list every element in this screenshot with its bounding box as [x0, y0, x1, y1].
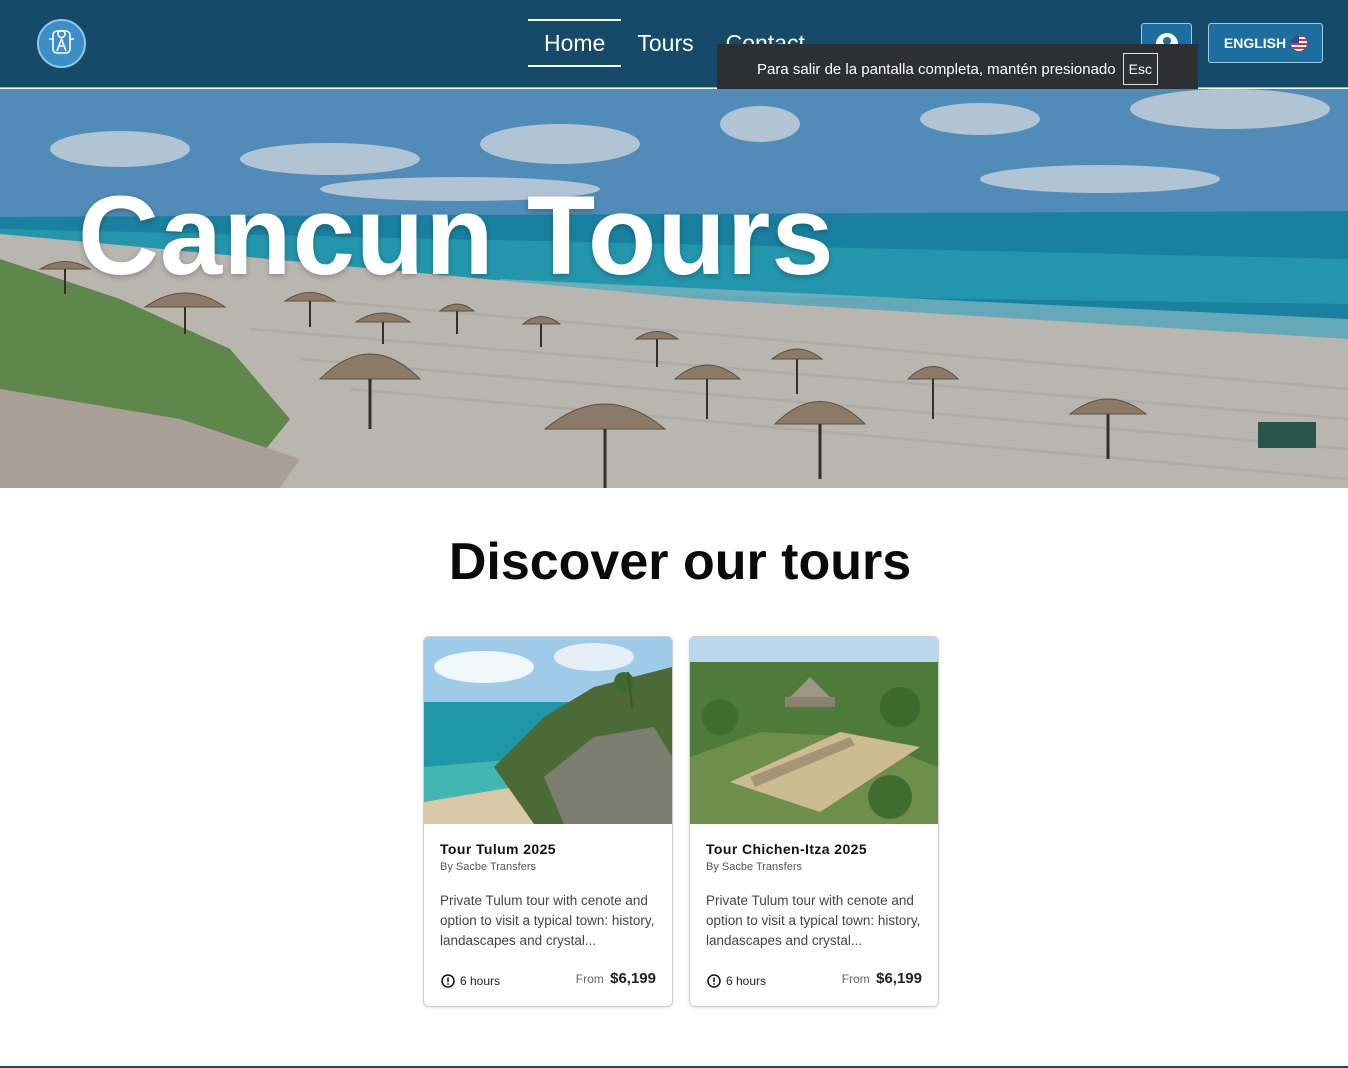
- fullscreen-exit-toast: Para salir de la pantalla completa, mant…: [717, 44, 1198, 94]
- card-description: Private Tulum tour with cenote and optio…: [440, 893, 655, 948]
- card-byline: By Sacbe Transfers: [706, 861, 802, 873]
- price-prefix: From: [841, 972, 870, 986]
- card-duration: 6 hours: [441, 974, 500, 988]
- logo-icon[interactable]: [37, 19, 86, 68]
- card-title: Tour Chichen-Itza 2025: [706, 841, 868, 857]
- language-button[interactable]: ENGLISH: [1208, 23, 1323, 63]
- clock-icon: [707, 974, 721, 988]
- card-title: Tour Tulum 2025: [440, 841, 556, 857]
- tour-card-chichen-itza[interactable]: Tour Chichen-Itza 2025 By Sacbe Transfer…: [689, 636, 939, 1007]
- tour-card-tulum[interactable]: Tour Tulum 2025 By Sacbe Transfers Priva…: [423, 636, 673, 1007]
- hero-title: Cancun Tours: [78, 173, 835, 298]
- tulum-photo: [424, 637, 672, 824]
- card-price: From $6,199: [576, 970, 656, 987]
- nav-home[interactable]: Home: [528, 19, 622, 67]
- price-prefix: From: [575, 972, 604, 986]
- chichen-itza-photo: [690, 637, 938, 824]
- toast-message: Para salir de la pantalla completa, mant…: [757, 60, 1116, 78]
- price-value: $6,199: [876, 970, 922, 987]
- clock-icon: [441, 974, 455, 988]
- us-flag-icon: [1291, 35, 1308, 51]
- nav-tours[interactable]: Tours: [621, 19, 709, 67]
- card-description: Private Tulum tour with cenote and optio…: [706, 893, 921, 948]
- duration-label: 6 hours: [726, 974, 767, 988]
- toast-key: Esc: [1122, 53, 1158, 85]
- price-value: $6,199: [610, 970, 656, 987]
- duration-label: 6 hours: [460, 974, 501, 988]
- language-label: ENGLISH: [1223, 35, 1287, 51]
- card-duration: 6 hours: [707, 974, 766, 988]
- hero-banner: Cancun Tours: [0, 89, 1348, 488]
- card-byline: By Sacbe Transfers: [440, 861, 536, 873]
- discover-title: Discover our tours: [448, 533, 912, 591]
- card-price: From $6,199: [842, 970, 922, 987]
- logo-mark: [49, 29, 74, 54]
